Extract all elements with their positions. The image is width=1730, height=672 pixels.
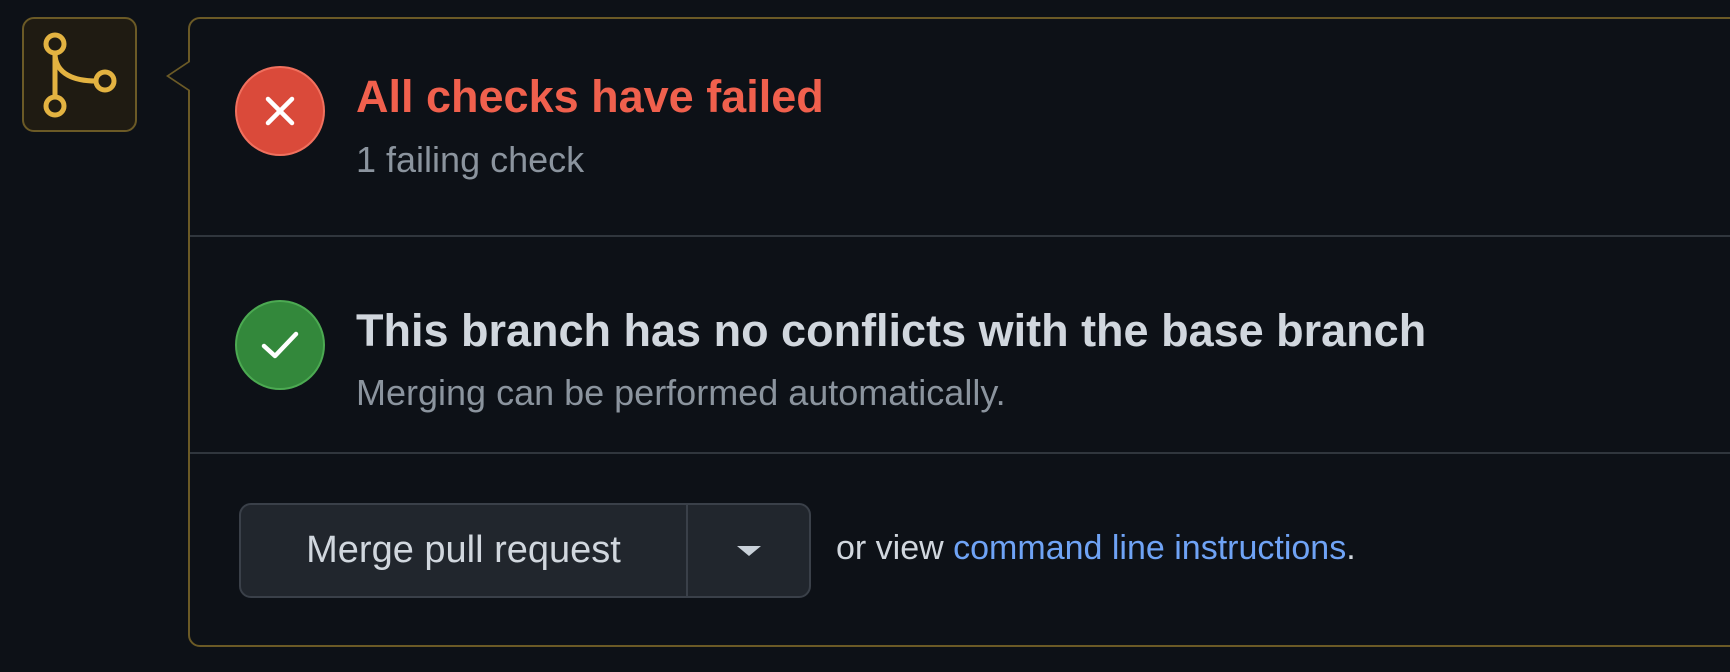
merge-status-icon-box [22,17,137,132]
cli-suffix-text: . [1346,529,1356,567]
checks-subtitle: 1 failing check [356,139,585,180]
caret-down-icon [736,545,761,556]
cli-prefix-text: or view [836,529,954,567]
check-circle-icon [235,300,325,390]
command-line-instructions-link[interactable]: command line instructions [953,529,1346,567]
x-circle-icon [235,66,325,156]
panel-pointer-inner [169,62,190,90]
merge-actions-section: Merge pull request or view command line … [190,453,1730,647]
conflicts-subtitle: Merging can be performed automatically. [356,372,1006,413]
merge-box-panel: All checks have failed 1 failing check T… [188,17,1730,647]
checks-section[interactable]: All checks have failed 1 failing check [190,19,1730,236]
conflicts-section: This branch has no conflicts with the ba… [190,236,1730,453]
merge-method-dropdown-button[interactable] [688,505,809,596]
merge-pull-request-button[interactable]: Merge pull request [241,505,688,596]
command-line-hint: or view command line instructions. [836,527,1356,569]
checks-title: All checks have failed [356,71,824,122]
conflicts-title: This branch has no conflicts with the ba… [356,305,1427,356]
merge-button-group: Merge pull request [239,503,811,598]
git-merge-icon [43,32,116,117]
